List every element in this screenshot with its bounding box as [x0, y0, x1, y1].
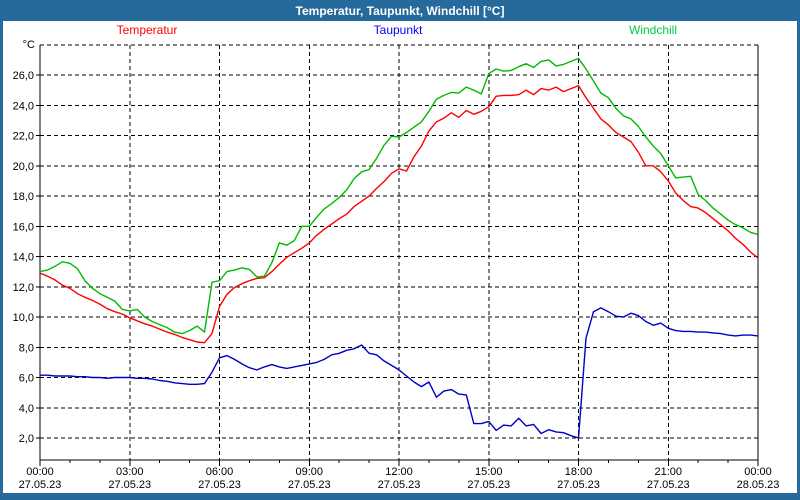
x-tick-date-label: 27.05.23: [557, 479, 600, 491]
x-tick-time-label: 09:00: [295, 466, 323, 478]
x-tick-time-label: 06:00: [206, 466, 234, 478]
y-tick-label: 12,0: [13, 282, 34, 294]
x-tick-date-label: 27.05.23: [288, 479, 331, 491]
page-title: Temperatur, Taupunkt, Windchill [°C]: [295, 3, 505, 18]
y-tick-label: 26,0: [13, 70, 34, 82]
x-tick-time-label: 00:00: [744, 466, 772, 478]
y-tick-label: 22,0: [13, 131, 34, 143]
x-tick-date-label: 27.05.23: [467, 479, 510, 491]
y-tick-label: 18,0: [13, 191, 34, 203]
x-tick-date-label: 27.05.23: [378, 479, 421, 491]
y-tick-label: 2,0: [19, 433, 34, 445]
x-tick-date-label: 27.05.23: [647, 479, 690, 491]
y-tick-label: 24,0: [13, 100, 34, 112]
x-tick-time-label: 21:00: [654, 466, 682, 478]
y-tick-label: 8,0: [19, 342, 34, 354]
y-tick-label: 20,0: [13, 161, 34, 173]
x-tick-time-label: 15:00: [475, 466, 503, 478]
y-tick-label: 10,0: [13, 312, 34, 324]
y-tick-label: 4,0: [19, 403, 34, 415]
x-tick-date-label: 27.05.23: [108, 479, 151, 491]
x-tick-date-label: 27.05.23: [198, 479, 241, 491]
y-tick-label: 16,0: [13, 221, 34, 233]
y-tick-label: 14,0: [13, 252, 34, 264]
chart-window: Temperatur, Taupunkt, Windchill [°C] Tem…: [0, 0, 800, 500]
y-tick-label: 6,0: [19, 373, 34, 385]
y-axis-unit-label: °C: [23, 39, 35, 51]
titlebar: Temperatur, Taupunkt, Windchill [°C]: [3, 0, 797, 21]
x-tick-date-label: 27.05.23: [19, 479, 62, 491]
x-tick-time-label: 00:00: [26, 466, 54, 478]
x-tick-time-label: 12:00: [385, 466, 413, 478]
x-tick-date-label: 28.05.23: [737, 479, 780, 491]
x-tick-time-label: 18:00: [565, 466, 593, 478]
x-tick-time-label: 03:00: [116, 466, 144, 478]
chart-plot: °C 26,0 24,0 22,0 20,0 18,0 16,0 14,0 12,0 10,0 8…: [13, 39, 780, 491]
